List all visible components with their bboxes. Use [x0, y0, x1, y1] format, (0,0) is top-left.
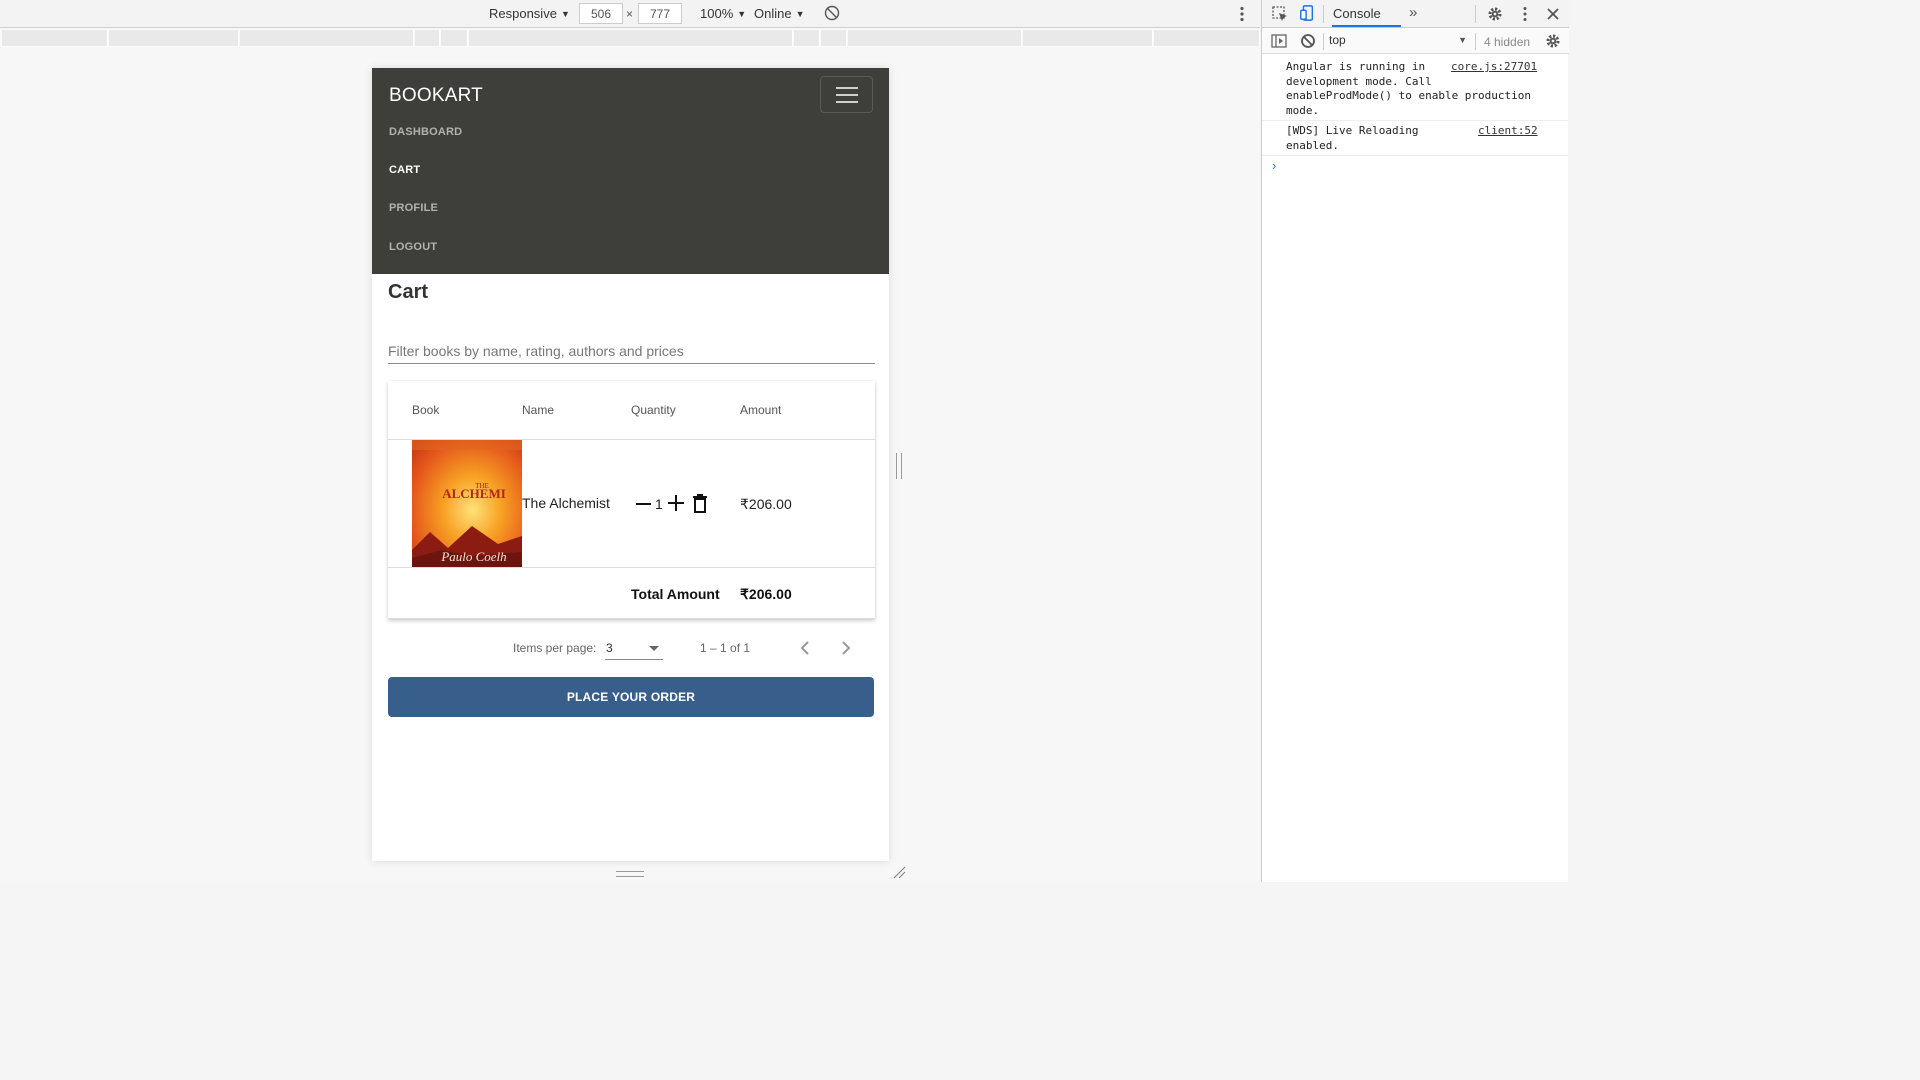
nav-cart[interactable]: CART	[389, 164, 420, 176]
network-throttle-dropdown[interactable]: Online ▼	[754, 6, 805, 21]
cart-table: Book Name Quantity Amount THE ALCHEMI Pa…	[388, 381, 875, 619]
customize-menu-icon[interactable]	[1517, 6, 1533, 22]
menu-toggle-button[interactable]	[820, 76, 873, 113]
tab-console[interactable]: Console	[1333, 6, 1381, 21]
media-query-segment[interactable]	[1154, 30, 1260, 46]
height-resize-handle[interactable]	[616, 871, 644, 877]
media-query-segment[interactable]	[415, 30, 440, 46]
tab-separator	[1323, 5, 1324, 23]
total-amount-label: Total Amount	[631, 586, 720, 602]
next-page-icon[interactable]	[838, 639, 854, 657]
settings-gear-icon[interactable]	[1487, 6, 1503, 22]
svg-text:Paulo Coelh: Paulo Coelh	[440, 549, 506, 564]
hamburger-icon-line	[836, 94, 858, 96]
book-cover-image[interactable]: THE ALCHEMI Paulo Coelh	[412, 440, 522, 567]
dropdown-arrow-icon	[649, 646, 659, 651]
page-range-label: 1 – 1 of 1	[700, 641, 751, 655]
viewport-height-input[interactable]	[638, 3, 682, 24]
caret-down-icon: ▼	[795, 8, 805, 19]
responsive-mode-dropdown[interactable]: Responsive ▼	[489, 6, 570, 21]
hidden-messages-count: 4 hidden	[1484, 35, 1531, 49]
media-query-segment[interactable]	[821, 30, 847, 46]
device-toolbar-toggle-icon[interactable]	[1299, 5, 1315, 21]
place-order-button[interactable]: PLACE YOUR ORDER	[388, 677, 874, 717]
javascript-context-select[interactable]: top ▼	[1329, 33, 1469, 50]
emulated-page: BOOKART DASHBOARD CART PROFILE LOGOUT Ca…	[372, 68, 889, 861]
column-header-amount: Amount	[740, 403, 782, 417]
more-tabs-button[interactable]: »	[1409, 4, 1417, 21]
media-query-segment[interactable]	[794, 30, 820, 46]
console-message: Angular is running in development mode. …	[1262, 57, 1569, 121]
console-prompt-input[interactable]: ›	[1272, 158, 1276, 173]
decrease-quantity-icon[interactable]	[635, 495, 653, 513]
book-name: The Alchemist	[522, 495, 610, 511]
context-value: top	[1329, 33, 1346, 47]
toolbar-separator	[1323, 33, 1324, 50]
media-query-segment[interactable]	[441, 30, 468, 46]
hamburger-icon	[836, 87, 858, 89]
media-query-segment[interactable]	[109, 30, 239, 46]
width-resize-handle[interactable]	[896, 453, 902, 479]
zoom-label: 100%	[700, 6, 734, 21]
media-query-bar	[0, 29, 1260, 47]
caret-down-icon: ▼	[737, 8, 747, 19]
page-title: Cart	[388, 281, 429, 303]
inspect-element-icon[interactable]	[1272, 6, 1288, 22]
nav-logout[interactable]: LOGOUT	[389, 241, 437, 253]
console-message-text: [WDS] Live Reloading enabled.	[1286, 124, 1419, 152]
media-query-segment[interactable]	[469, 30, 793, 46]
row-divider	[388, 567, 875, 568]
corner-resize-icon[interactable]	[892, 865, 906, 879]
device-toolbar: Responsive ▼ × 100% ▼ Online ▼	[0, 0, 1260, 28]
active-tab-indicator	[1332, 25, 1401, 27]
devtools-panel: Console » top ▼ 4 hidden Angular is runn…	[1261, 0, 1569, 882]
console-message: [WDS] Live Reloading enabled. client:52	[1262, 121, 1569, 156]
responsive-mode-label: Responsive	[489, 6, 557, 21]
previous-page-icon[interactable]	[797, 639, 813, 657]
delete-icon[interactable]	[692, 494, 708, 513]
media-query-segment[interactable]	[240, 30, 414, 46]
console-message-source-link[interactable]: client:52	[1478, 124, 1538, 137]
tab-separator	[1475, 5, 1476, 23]
brand-logo[interactable]: BOOKART	[389, 85, 483, 107]
increase-quantity-icon[interactable]	[667, 494, 685, 512]
hamburger-icon-line	[836, 101, 858, 103]
zoom-dropdown[interactable]: 100% ▼	[700, 6, 746, 21]
nav-dashboard[interactable]: DASHBOARD	[389, 126, 462, 138]
filter-input[interactable]	[388, 338, 875, 364]
column-header-name: Name	[522, 403, 555, 417]
column-header-quantity: Quantity	[631, 403, 676, 417]
console-toolbar: top ▼ 4 hidden	[1262, 29, 1569, 54]
console-message-source-link[interactable]: core.js:27701	[1451, 60, 1537, 73]
svg-text:ALCHEMI: ALCHEMI	[442, 486, 506, 501]
network-label: Online	[754, 6, 792, 21]
caret-down-icon: ▼	[560, 8, 570, 19]
media-query-segment[interactable]	[2, 30, 108, 46]
show-sidebar-icon[interactable]	[1271, 33, 1287, 49]
row-divider	[388, 618, 875, 619]
clear-console-icon[interactable]	[1300, 33, 1316, 49]
caret-down-icon: ▼	[1458, 35, 1467, 45]
navbar: BOOKART DASHBOARD CART PROFILE LOGOUT	[372, 68, 889, 274]
viewport-width-input[interactable]	[579, 3, 623, 24]
close-icon[interactable]	[1545, 6, 1561, 22]
console-settings-icon[interactable]	[1545, 33, 1561, 49]
dimension-separator: ×	[626, 7, 634, 21]
quantity-value: 1	[655, 496, 663, 512]
devtools-tab-bar: Console »	[1262, 0, 1569, 28]
amount-value: ₹206.00	[740, 496, 792, 512]
column-header-book: Book	[412, 403, 440, 417]
media-query-segment[interactable]	[848, 30, 1022, 46]
items-per-page-select[interactable]: 3	[605, 638, 663, 660]
rotate-icon[interactable]	[823, 4, 841, 22]
items-per-page-value: 3	[606, 641, 613, 655]
viewport-area: BOOKART DASHBOARD CART PROFILE LOGOUT Ca…	[0, 47, 1260, 882]
media-query-segment[interactable]	[1023, 30, 1153, 46]
more-options-icon[interactable]	[1236, 5, 1248, 23]
total-amount-value: ₹206.00	[740, 586, 792, 602]
toolbar-separator	[1475, 33, 1476, 50]
items-per-page-label: Items per page:	[513, 641, 597, 655]
nav-profile[interactable]: PROFILE	[389, 202, 438, 214]
